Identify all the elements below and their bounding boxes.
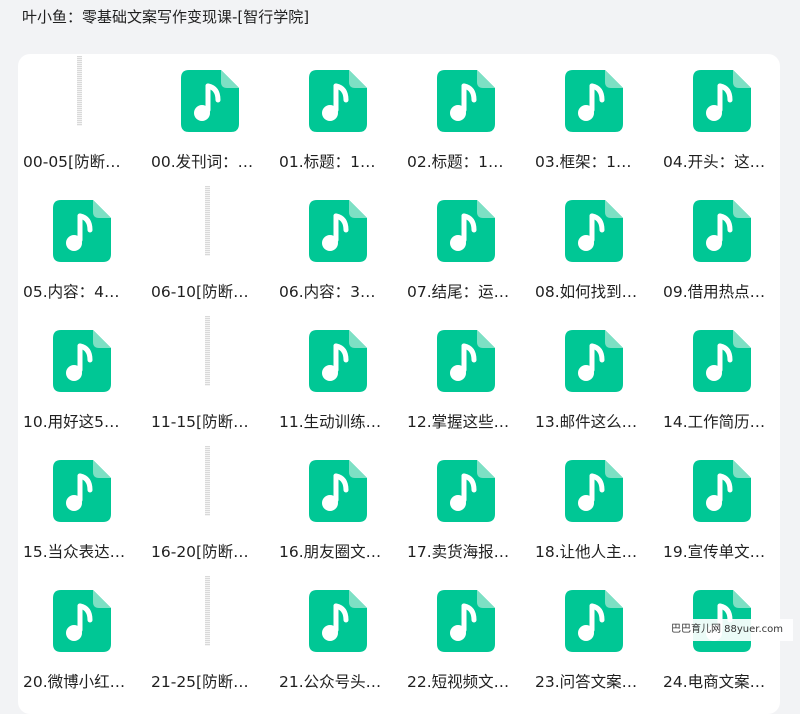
music-file-icon — [437, 590, 495, 652]
folder-icon — [53, 70, 111, 132]
audio-file-item[interactable]: 20.微博小红… — [18, 574, 146, 694]
item-label: 21.公众号头… — [279, 673, 382, 691]
music-file-icon — [693, 330, 751, 392]
folder-icon — [181, 590, 239, 652]
audio-file-item[interactable]: 04.开头：这… — [658, 54, 786, 174]
music-file-icon — [437, 330, 495, 392]
music-file-icon — [565, 590, 623, 652]
item-label: 20.微博小红… — [23, 673, 126, 691]
item-label: 18.让他人主… — [535, 543, 638, 561]
audio-file-item[interactable]: 00.发刊词：… — [146, 54, 274, 174]
file-grid-panel: 00-05[防断… 00.发刊词：… 01.标题：1… 02.标题：1… 03.框架：1… — [18, 54, 780, 714]
site-watermark: 巴巴育儿网 88yuer.com — [661, 619, 793, 641]
item-label: 01.标题：1… — [279, 153, 376, 171]
audio-file-item[interactable]: 05.内容：4… — [18, 184, 146, 304]
item-label: 08.如何找到… — [535, 283, 638, 301]
item-label: 16.朋友圈文… — [279, 543, 382, 561]
item-label: 09.借用热点… — [663, 283, 766, 301]
audio-file-item[interactable]: 09.借用热点… — [658, 184, 786, 304]
item-label: 15.当众表达… — [23, 543, 126, 561]
audio-file-item[interactable]: 21.公众号头… — [274, 574, 402, 694]
folder-icon — [181, 200, 239, 262]
item-label: 11.生动训练… — [279, 413, 382, 431]
audio-file-item[interactable]: 07.结尾：运… — [402, 184, 530, 304]
item-label: 00.发刊词：… — [151, 153, 254, 171]
music-file-icon — [565, 70, 623, 132]
item-label: 22.短视频文… — [407, 673, 510, 691]
audio-file-item[interactable]: 03.框架：1… — [530, 54, 658, 174]
folder-item[interactable]: 00-05[防断… — [18, 54, 146, 174]
music-file-icon — [181, 70, 239, 132]
music-file-icon — [53, 460, 111, 522]
item-label: 19.宣传单文… — [663, 543, 766, 561]
audio-file-item[interactable]: 15.当众表达… — [18, 444, 146, 564]
folder-icon — [181, 460, 239, 522]
audio-file-item[interactable]: 16.朋友圈文… — [274, 444, 402, 564]
audio-file-item[interactable]: 12.掌握这些… — [402, 314, 530, 434]
audio-file-item[interactable]: 08.如何找到… — [530, 184, 658, 304]
item-label: 04.开头：这… — [663, 153, 766, 171]
item-label: 06.内容：3… — [279, 283, 376, 301]
music-file-icon — [565, 200, 623, 262]
folder-icon — [181, 330, 239, 392]
music-file-icon — [309, 460, 367, 522]
item-label: 16-20[防断… — [151, 543, 249, 561]
item-label: 12.掌握这些… — [407, 413, 510, 431]
item-label: 05.内容：4… — [23, 283, 120, 301]
audio-file-item[interactable]: 11.生动训练… — [274, 314, 402, 434]
music-file-icon — [693, 200, 751, 262]
audio-file-item[interactable]: 14.工作简历… — [658, 314, 786, 434]
audio-file-item[interactable]: 13.邮件这么… — [530, 314, 658, 434]
item-label: 17.卖货海报… — [407, 543, 510, 561]
music-file-icon — [565, 330, 623, 392]
item-label: 11-15[防断… — [151, 413, 249, 431]
audio-file-item[interactable]: 02.标题：1… — [402, 54, 530, 174]
music-file-icon — [693, 460, 751, 522]
item-label: 23.问答文案… — [535, 673, 638, 691]
item-label: 03.框架：1… — [535, 153, 632, 171]
item-label: 00-05[防断… — [23, 153, 121, 171]
item-label: 02.标题：1… — [407, 153, 504, 171]
audio-file-item[interactable]: 18.让他人主… — [530, 444, 658, 564]
music-file-icon — [565, 460, 623, 522]
audio-file-item[interactable]: 01.标题：1… — [274, 54, 402, 174]
audio-file-item[interactable]: 17.卖货海报… — [402, 444, 530, 564]
music-file-icon — [437, 70, 495, 132]
music-file-icon — [437, 200, 495, 262]
music-file-icon — [309, 200, 367, 262]
music-file-icon — [309, 330, 367, 392]
audio-file-item[interactable]: 10.用好这5… — [18, 314, 146, 434]
page-title: 叶小鱼：零基础文案写作变现课-[智行学院] — [22, 8, 310, 26]
audio-file-item[interactable]: 19.宣传单文… — [658, 444, 786, 564]
folder-item[interactable]: 16-20[防断… — [146, 444, 274, 564]
folder-item[interactable]: 11-15[防断… — [146, 314, 274, 434]
item-label: 14.工作简历… — [663, 413, 766, 431]
music-file-icon — [309, 590, 367, 652]
folder-item[interactable]: 06-10[防断… — [146, 184, 274, 304]
music-file-icon — [53, 330, 111, 392]
item-label: 13.邮件这么… — [535, 413, 638, 431]
audio-file-item[interactable]: 06.内容：3… — [274, 184, 402, 304]
music-file-icon — [693, 70, 751, 132]
item-label: 24.电商文案… — [663, 673, 766, 691]
folder-item[interactable]: 21-25[防断… — [146, 574, 274, 694]
audio-file-item[interactable]: 22.短视频文… — [402, 574, 530, 694]
item-label: 21-25[防断… — [151, 673, 249, 691]
music-file-icon — [53, 200, 111, 262]
music-file-icon — [309, 70, 367, 132]
item-label: 07.结尾：运… — [407, 283, 510, 301]
music-file-icon — [437, 460, 495, 522]
music-file-icon — [53, 590, 111, 652]
item-label: 06-10[防断… — [151, 283, 249, 301]
item-label: 10.用好这5… — [23, 413, 120, 431]
audio-file-item[interactable]: 23.问答文案… — [530, 574, 658, 694]
